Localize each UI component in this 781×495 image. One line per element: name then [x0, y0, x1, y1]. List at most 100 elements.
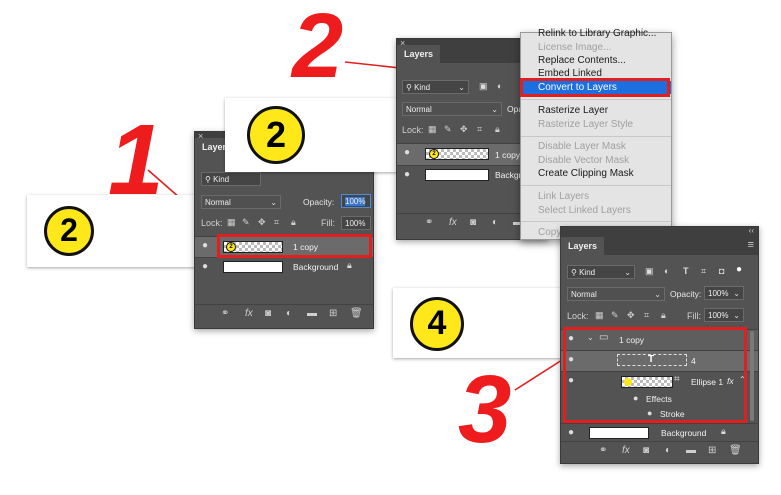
layer-row-background[interactable]: ● Background 🔒︎: [195, 257, 373, 277]
blend-mode-select[interactable]: Normal ⌄: [567, 287, 665, 301]
lock-artboard-icon[interactable]: ⌗: [274, 217, 279, 228]
lock-transparent-icon[interactable]: ▦: [595, 310, 604, 321]
adjustment-icon[interactable]: ◐: [492, 217, 498, 228]
new-layer-icon[interactable]: ⊞: [708, 445, 716, 456]
chevron-down-icon: ⌄: [733, 311, 740, 320]
menu-item-rasterize-layer-style[interactable]: Rasterize Layer Style: [521, 118, 671, 131]
new-layer-icon[interactable]: ⊞: [329, 308, 337, 319]
kind-filter[interactable]: ⚲ Kind: [201, 172, 261, 186]
lock-paint-icon[interactable]: ✎: [444, 124, 452, 135]
menu-item-disable-vector-mask[interactable]: Disable Vector Mask: [521, 154, 671, 167]
lock-all-icon[interactable]: 🔒︎: [661, 310, 666, 321]
kind-label: Kind: [414, 83, 431, 92]
kind-filter[interactable]: ⚲ Kind ⌄: [402, 80, 469, 94]
menu-item-rasterize-layer[interactable]: Rasterize Layer: [521, 104, 671, 117]
fx-icon[interactable]: fx: [449, 217, 457, 228]
menu-item-link-layers[interactable]: Link Layers: [521, 190, 671, 203]
mask-icon[interactable]: ◙: [470, 217, 476, 228]
lock-all-icon[interactable]: 🔒︎: [495, 124, 500, 135]
lock-label: Lock:: [201, 218, 223, 228]
layer-thumbnail: [223, 261, 283, 273]
menu-item-replace-contents[interactable]: Replace Contents...: [521, 54, 671, 67]
opacity-label: Opacity:: [670, 289, 702, 299]
filter-adjust-icon[interactable]: ◐: [497, 81, 502, 91]
blend-mode-select[interactable]: Normal ⌄: [201, 195, 281, 209]
eye-icon[interactable]: ●: [404, 169, 410, 180]
layer-thumbnail: 2: [425, 148, 489, 160]
fill-label: Fill:: [321, 218, 335, 228]
filter-toggle-icon[interactable]: ●: [736, 264, 742, 275]
panel-menu-icon[interactable]: ≡: [748, 239, 754, 251]
kind-filter[interactable]: ⚲ Kind ⌄: [567, 265, 635, 279]
lock-transparent-icon[interactable]: ▦: [428, 124, 437, 135]
layer-name: Background: [293, 262, 339, 272]
menu-item-relink-library[interactable]: Relink to Library Graphic...: [521, 27, 671, 40]
panel-bottom-bar: ⚭ fx ◙ ◐ ▬ ⊞ 🗑︎: [561, 441, 758, 462]
panel-bottom-bar: ⚭ fx ◙ ◐ ▬ ⊞ 🗑︎: [195, 304, 373, 325]
lock-artboard-icon[interactable]: ⌗: [644, 310, 649, 321]
folder-icon[interactable]: ▬: [686, 445, 696, 456]
chevron-down-icon: ⌄: [733, 289, 740, 298]
kind-label: Kind: [213, 175, 230, 184]
trash-icon[interactable]: 🗑︎: [729, 445, 742, 456]
menu-item-disable-layer-mask[interactable]: Disable Layer Mask: [521, 140, 671, 153]
blend-mode-select[interactable]: Normal ⌄: [402, 102, 502, 116]
filter-smart-icon[interactable]: ◘: [719, 266, 724, 276]
scrollbar[interactable]: [750, 331, 754, 421]
fill-input[interactable]: 100%: [341, 216, 371, 230]
filter-pixel-icon[interactable]: ▣: [645, 266, 654, 277]
link-icon[interactable]: ⚭: [221, 308, 229, 319]
filter-adjust-icon[interactable]: ◐: [664, 266, 669, 276]
fx-icon[interactable]: fx: [622, 445, 630, 456]
eye-icon[interactable]: ●: [404, 147, 410, 158]
chevron-down-icon: ⌄: [458, 83, 465, 92]
eye-icon[interactable]: ●: [202, 261, 208, 272]
lock-paint-icon[interactable]: ✎: [242, 217, 250, 228]
menu-item-create-clipping-mask[interactable]: Create Clipping Mask: [521, 167, 671, 180]
fx-icon[interactable]: fx: [245, 308, 253, 319]
tab-layers[interactable]: Layers: [397, 45, 441, 63]
fill-input[interactable]: 100% ⌄: [704, 308, 744, 322]
lock-all-icon[interactable]: 🔒︎: [291, 217, 296, 228]
lock-transparent-icon[interactable]: ▦: [227, 217, 236, 228]
mask-icon[interactable]: ◙: [265, 308, 271, 319]
lock-artboard-icon[interactable]: ⌗: [477, 124, 482, 135]
collapse-icon[interactable]: ‹‹: [749, 226, 754, 235]
number-badge: 2: [44, 206, 94, 256]
filter-shape-icon[interactable]: ⌗: [701, 266, 706, 277]
layer-row-background[interactable]: ● Background 🔒︎: [561, 423, 758, 443]
opacity-input[interactable]: 100% ⌄: [704, 286, 744, 300]
lock-move-icon[interactable]: ✥: [627, 310, 635, 321]
adjustment-icon[interactable]: ◐: [286, 308, 292, 319]
lock-paint-icon[interactable]: ✎: [611, 310, 619, 321]
opacity-value: 100%: [708, 289, 729, 298]
blend-mode-label: Normal: [571, 290, 597, 299]
folder-icon[interactable]: ▬: [307, 308, 317, 319]
highlight-box-step2: [520, 78, 670, 97]
link-icon[interactable]: ⚭: [599, 445, 607, 456]
menu-item-select-linked-layers[interactable]: Select Linked Layers: [521, 204, 671, 217]
opacity-value: 100%: [345, 197, 366, 206]
filter-type-icon[interactable]: T: [683, 266, 689, 276]
trash-icon[interactable]: 🗑︎: [350, 308, 363, 319]
adjustment-icon[interactable]: ◐: [665, 445, 671, 456]
layer-thumbnail: [425, 169, 489, 181]
menu-separator: [521, 136, 671, 137]
link-icon[interactable]: ⚭: [425, 217, 433, 228]
lock-move-icon[interactable]: ✥: [460, 124, 468, 135]
fill-value: 100%: [345, 219, 366, 228]
tab-layers[interactable]: Layers: [561, 237, 605, 255]
filter-pixel-icon[interactable]: ▣: [479, 81, 488, 92]
eye-icon[interactable]: ●: [202, 240, 208, 251]
layer-thumbnail: [589, 427, 649, 439]
layer-name: Background: [661, 428, 707, 438]
menu-item-license-image[interactable]: License Image...: [521, 41, 671, 54]
menu-separator: [521, 185, 671, 186]
number-badge: 4: [410, 297, 464, 351]
mask-icon[interactable]: ◙: [643, 445, 649, 456]
layer-context-menu: Relink to Library Graphic... License Ima…: [520, 28, 672, 240]
eye-icon[interactable]: ●: [568, 427, 574, 438]
kind-label: Kind: [579, 268, 596, 277]
opacity-input[interactable]: 100%: [341, 194, 371, 208]
lock-move-icon[interactable]: ✥: [258, 217, 266, 228]
